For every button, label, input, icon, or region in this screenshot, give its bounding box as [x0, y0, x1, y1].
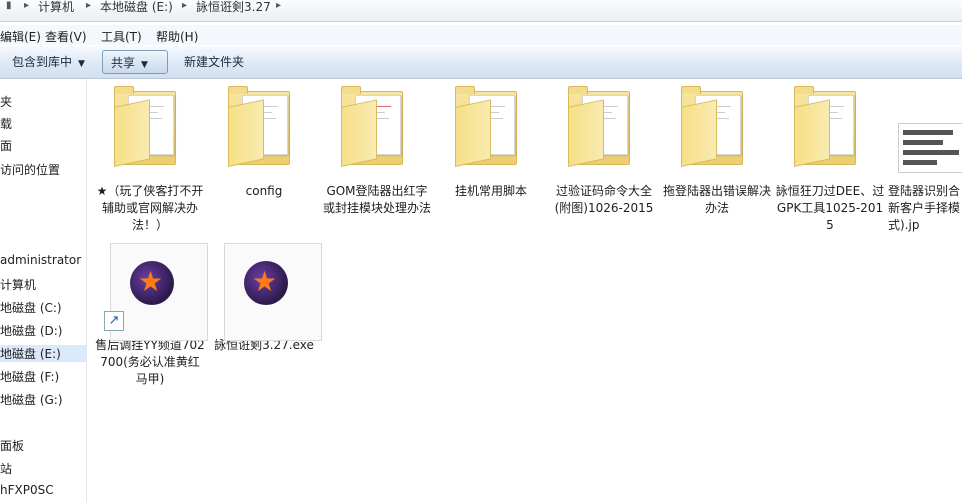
- share-label: 共享: [111, 56, 136, 70]
- app-icon: [216, 237, 322, 341]
- include-in-library-label: 包含到库中: [12, 55, 73, 69]
- chevron-right-icon[interactable]: ▸: [86, 0, 91, 11]
- menu-bar: 编辑(E) 查看(V) 工具(T) 帮助(H): [0, 25, 962, 45]
- folder-icon: [102, 83, 198, 179]
- shortcut-item[interactable]: ↗ 售后调挂YY频道702700(务必认准黄红马甲): [95, 237, 208, 388]
- include-in-library-button[interactable]: 包含到库中 ▼: [4, 50, 93, 74]
- address-bar[interactable]: ▮ ▸ 计算机 ▸ 本地磁盘 (E:) ▸ 詠恒诳剣3.27 ▸: [0, 0, 962, 22]
- dropdown-arrow-icon: ▼: [78, 59, 85, 69]
- new-folder-button[interactable]: 新建文件夹: [176, 50, 252, 74]
- exe-file-item[interactable]: 詠恒诳剣3.27.exe: [209, 237, 322, 354]
- item-label: ★（玩了侠客打不开辅助或官网解决办法！）: [96, 184, 204, 232]
- item-label: 詠恒狂刀过DEE、过GPK工具1025-2015: [775, 184, 885, 232]
- nav-item-drive-e[interactable]: 地磁盘 (E:): [0, 345, 86, 362]
- folder-item[interactable]: GOM登陆器出红字或封挂模块处理办法: [322, 83, 432, 217]
- dropdown-arrow-icon: ▼: [141, 60, 148, 70]
- shortcut-arrow-icon: ↗: [104, 311, 124, 331]
- file-list[interactable]: ★（玩了侠客打不开辅助或官网解决办法！） config GOM登陆器出红字或封挂…: [87, 79, 962, 502]
- nav-item-downloads[interactable]: 载: [0, 115, 12, 132]
- nav-item-desktop[interactable]: 面: [0, 137, 12, 154]
- nav-item-drive-g[interactable]: 地磁盘 (G:): [0, 391, 63, 408]
- folder-item[interactable]: 拖登陆器出错误解决办法: [662, 83, 772, 217]
- item-label: 登陆器识别合新客户手择模式).jp: [888, 184, 961, 232]
- image-thumbnail-icon: [888, 83, 962, 179]
- chevron-right-icon[interactable]: ▸: [182, 0, 187, 11]
- folder-item[interactable]: ★（玩了侠客打不开辅助或官网解决办法！）: [95, 83, 205, 234]
- item-label: 过验证码命令大全(附图)1026-2015: [554, 184, 654, 215]
- nav-item-recent-places[interactable]: 访问的位置: [0, 161, 60, 178]
- menu-edit[interactable]: 编辑(E): [0, 28, 41, 45]
- folder-icon: [329, 83, 425, 179]
- folder-item[interactable]: 詠恒狂刀过DEE、过GPK工具1025-2015: [775, 83, 885, 234]
- nav-item-drive-c[interactable]: 地磁盘 (C:): [0, 299, 62, 316]
- command-toolbar: 包含到库中 ▼ 共享 ▼ 新建文件夹: [0, 46, 962, 79]
- nav-item-user[interactable]: administrator: [0, 253, 81, 267]
- folder-icon: [669, 83, 765, 179]
- menu-tools[interactable]: 工具(T): [101, 28, 142, 45]
- item-label: 挂机常用脚本: [454, 184, 527, 198]
- item-label: 拖登陆器出错误解决办法: [662, 184, 771, 215]
- folder-icon: [216, 83, 312, 179]
- breadcrumb-current-folder[interactable]: 詠恒诳剣3.27: [196, 0, 271, 20]
- nav-item-computer[interactable]: 计算机: [0, 276, 36, 293]
- nav-item-control-panel[interactable]: 面板: [0, 437, 24, 454]
- image-file-item[interactable]: 登陆器识别合新客户手择模式).jp: [888, 83, 962, 234]
- nav-item-drive-d[interactable]: 地磁盘 (D:): [0, 322, 62, 339]
- folder-icon: [782, 83, 878, 179]
- chevron-right-icon[interactable]: ▸: [24, 0, 29, 11]
- navigation-pane[interactable]: 夹 载 面 访问的位置 administrator 计算机 地磁盘 (C:) 地…: [0, 79, 87, 502]
- folder-icon: ▮: [6, 0, 12, 11]
- breadcrumb-computer[interactable]: 计算机: [38, 0, 74, 20]
- menu-view[interactable]: 查看(V): [45, 28, 87, 45]
- chevron-right-icon[interactable]: ▸: [276, 0, 281, 11]
- folder-item[interactable]: 过验证码命令大全(附图)1026-2015: [549, 83, 659, 217]
- menu-help[interactable]: 帮助(H): [156, 28, 198, 45]
- nav-item-drive-f[interactable]: 地磁盘 (F:): [0, 368, 59, 385]
- folder-item[interactable]: 挂机常用脚本: [436, 83, 546, 200]
- nav-item-recycle-bin[interactable]: 站: [0, 460, 12, 477]
- folder-icon: [556, 83, 652, 179]
- item-label: 售后调挂YY频道702700(务必认准黄红马甲): [95, 338, 205, 386]
- item-label: config: [245, 184, 283, 198]
- breadcrumb-drive-e[interactable]: 本地磁盘 (E:): [100, 0, 173, 20]
- share-button[interactable]: 共享 ▼: [102, 50, 168, 74]
- app-icon: ↗: [102, 237, 208, 341]
- item-label: GOM登陆器出红字或封挂模块处理办法: [322, 184, 431, 215]
- nav-item-favorites[interactable]: 夹: [0, 93, 12, 110]
- folder-item[interactable]: config: [209, 83, 319, 200]
- nav-item-network-pc[interactable]: hFXP0SC: [0, 483, 54, 497]
- folder-icon: [443, 83, 539, 179]
